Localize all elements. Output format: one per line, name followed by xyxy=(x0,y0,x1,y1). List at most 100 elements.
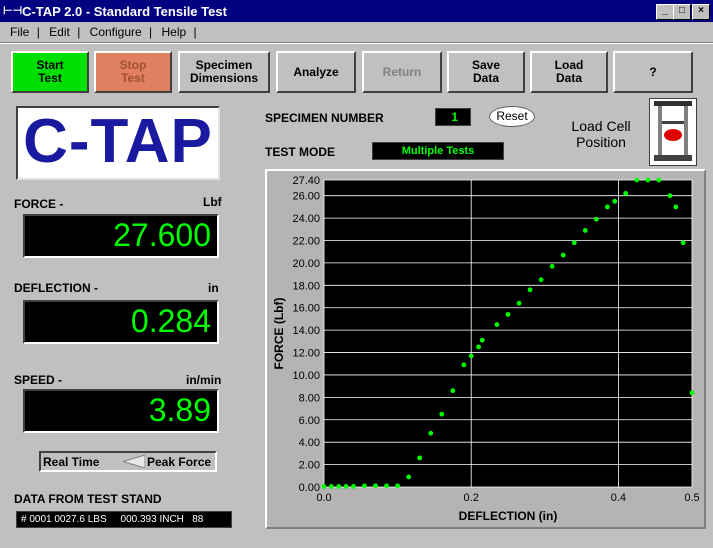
data-point xyxy=(680,240,686,246)
plot-area xyxy=(324,180,692,487)
y-tick-label: 26.00 xyxy=(292,191,320,203)
app-icon: ⊢⊣ xyxy=(3,5,23,17)
data-point xyxy=(417,455,423,461)
data-point xyxy=(428,430,434,436)
data-point xyxy=(571,240,577,246)
y-tick-label: 2.00 xyxy=(299,460,320,472)
y-tick-label: 4.00 xyxy=(299,437,320,449)
data-point xyxy=(667,193,673,199)
y-axis-label: FORCE (Lbf) xyxy=(272,298,286,370)
deflection-label: DEFLECTION - xyxy=(14,281,98,295)
data-point xyxy=(476,344,481,350)
data-point xyxy=(634,177,640,183)
menu-separator: | xyxy=(193,25,197,39)
data-point xyxy=(468,353,474,359)
data-point xyxy=(593,216,599,222)
data-point xyxy=(373,483,378,489)
data-point xyxy=(384,483,389,489)
menu-file[interactable]: File xyxy=(10,25,29,39)
specimen-number-value[interactable]: 1 xyxy=(435,108,471,126)
data-point xyxy=(527,287,533,293)
y-tick-label: 8.00 xyxy=(299,392,320,404)
load-cell-icon xyxy=(649,98,697,166)
data-point xyxy=(328,484,334,489)
maximize-button[interactable]: □ xyxy=(673,4,691,20)
data-point xyxy=(656,177,662,183)
x-tick-label: 0.5 xyxy=(684,492,699,504)
data-point xyxy=(406,474,412,480)
data-point xyxy=(516,300,522,306)
toggle-switch-icon[interactable] xyxy=(121,454,146,469)
title-bar: ⊢⊣ C-TAP 2.0 - Standard Tensile Test _ □… xyxy=(0,0,713,22)
minimize-button[interactable]: _ xyxy=(656,4,674,20)
close-button[interactable]: × xyxy=(692,4,710,20)
peak-force-option[interactable]: Peak Force xyxy=(147,455,211,469)
data-point xyxy=(560,252,566,258)
start-test-button[interactable]: Start Test xyxy=(11,51,89,93)
save-data-button[interactable]: Save Data xyxy=(447,51,525,93)
y-tick-label: 16.00 xyxy=(292,303,320,315)
force-unit: Lbf xyxy=(203,195,222,209)
y-tick-label: 6.00 xyxy=(299,415,320,427)
data-point xyxy=(461,362,467,368)
y-tick-label: 27.40 xyxy=(292,175,320,187)
y-tick-label: 18.00 xyxy=(292,280,320,292)
data-point xyxy=(505,312,511,317)
test-stand-readout: # 0001 0027.6 LBS 000.393 INCH 88 xyxy=(16,511,232,528)
x-tick-label: 0.2 xyxy=(464,492,479,504)
data-point xyxy=(450,388,456,394)
y-tick-label: 24.00 xyxy=(292,213,320,225)
deflection-display: 0.284 xyxy=(23,300,219,344)
data-point xyxy=(538,277,544,283)
force-display: 27.600 xyxy=(23,214,219,258)
menu-divider xyxy=(0,42,713,44)
test-stand-label: DATA FROM TEST STAND xyxy=(14,492,162,506)
data-point xyxy=(362,483,367,489)
real-time-peak-toggle[interactable]: Real Time Peak Force xyxy=(39,451,217,472)
menu-separator: | xyxy=(149,25,153,39)
y-tick-label: 12.00 xyxy=(292,348,320,360)
speed-display: 3.89 xyxy=(23,389,219,433)
data-point xyxy=(439,411,445,417)
specimen-dimensions-button[interactable]: Specimen Dimensions xyxy=(178,51,270,93)
load-cell-label: Load Cell Position xyxy=(571,118,631,150)
x-tick-label: 0.0 xyxy=(316,492,331,504)
logo-text: C-TAP xyxy=(23,107,213,176)
y-tick-label: 22.00 xyxy=(292,236,320,248)
speed-unit: in/min xyxy=(186,373,222,387)
menu-help[interactable]: Help xyxy=(162,25,187,39)
data-point xyxy=(582,228,588,233)
chart-svg: 0.002.004.006.008.0010.0012.0014.0016.00… xyxy=(272,175,700,523)
return-button[interactable]: Return xyxy=(362,51,442,93)
menu-configure[interactable]: Configure xyxy=(90,25,142,39)
menu-bar: File | Edit | Configure | Help | xyxy=(0,22,713,42)
data-point xyxy=(351,484,356,489)
data-point xyxy=(673,204,679,210)
data-point xyxy=(321,484,327,489)
data-point xyxy=(549,263,555,269)
menu-edit[interactable]: Edit xyxy=(49,25,70,39)
data-point xyxy=(395,483,400,489)
data-point xyxy=(479,337,485,343)
window-title: C-TAP 2.0 - Standard Tensile Test xyxy=(22,4,227,19)
test-mode-select[interactable]: Multiple Tests xyxy=(372,142,504,160)
data-point xyxy=(494,322,500,327)
ctap-logo: C-TAP xyxy=(16,106,220,180)
stop-test-button[interactable]: Stop Test xyxy=(94,51,172,93)
y-tick-label: 20.00 xyxy=(292,258,320,270)
analyze-button[interactable]: Analyze xyxy=(276,51,356,93)
load-data-button[interactable]: Load Data xyxy=(530,51,608,93)
test-mode-label: TEST MODE xyxy=(265,145,336,159)
data-point xyxy=(612,198,618,204)
y-tick-label: 14.00 xyxy=(292,325,320,337)
y-tick-label: 10.00 xyxy=(292,370,320,382)
real-time-option[interactable]: Real Time xyxy=(43,455,99,469)
x-tick-label: 0.4 xyxy=(611,492,626,504)
help-button[interactable]: ? xyxy=(613,51,693,93)
force-label: FORCE - xyxy=(14,197,64,211)
reset-button[interactable]: Reset xyxy=(489,106,535,127)
data-point xyxy=(623,191,629,196)
menu-separator: | xyxy=(36,25,40,39)
speed-label: SPEED - xyxy=(14,373,63,387)
force-deflection-chart: 0.00 2.00 4.00 6.00 8.00 10.00 12.00 14.00 16.00… xyxy=(265,169,706,529)
